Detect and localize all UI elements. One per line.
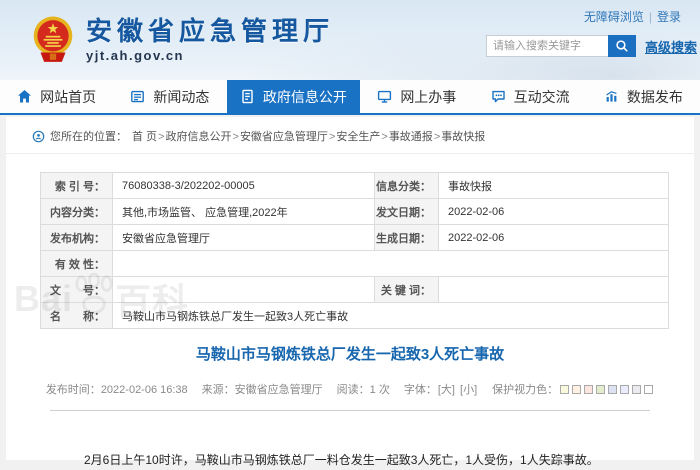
eye-protect-swatch[interactable] [631, 385, 641, 394]
chat-icon [491, 90, 505, 103]
nav-item-news[interactable]: 新闻动态 [113, 80, 226, 113]
table-row: 发布机构： 安徽省应急管理厅 生成日期： 2022-02-06 [40, 224, 669, 251]
breadcrumb-separator: > [328, 131, 336, 143]
font-smaller-button[interactable]: [小] [460, 384, 477, 396]
field-value: 马鞍山市马钢炼铁总厂发生一起致3人死亡事故 [112, 302, 669, 329]
advanced-search-link[interactable]: 高级搜索 [645, 37, 697, 56]
eye-protect-swatch[interactable] [595, 385, 605, 394]
document-icon [242, 89, 253, 104]
eye-protect-swatch[interactable] [619, 385, 629, 394]
nav-item-home[interactable]: 网站首页 [0, 80, 113, 113]
table-row: 内容分类： 其他,市场监管、 应急管理,2022年 发文日期： 2022-02-… [40, 198, 669, 225]
monitor-icon [378, 90, 392, 103]
font-size-controls: 字体：[大] [小] [403, 384, 478, 396]
nav-item-label: 数据发布 [626, 88, 683, 105]
home-icon [18, 90, 32, 103]
breadcrumb: 您所在的位置： 首 页>政府信息公开>安徽省应急管理厅>安全生产>事故通报>事故… [6, 117, 694, 154]
field-value [438, 276, 669, 303]
nav-item-label: 新闻动态 [153, 88, 210, 105]
font-larger-button[interactable]: [大] [438, 384, 455, 396]
nav-item-label: 政府信息公开 [262, 88, 347, 105]
eye-protect-swatch[interactable] [643, 385, 653, 394]
field-value [112, 276, 375, 303]
nav-item-interaction[interactable]: 互动交流 [473, 80, 586, 113]
main-nav: 网站首页 新闻动态 政府信息公开 网上办事 互动交流 数据发布 [0, 80, 700, 115]
field-value: 76080338-3/202202-00005 [112, 172, 375, 199]
field-label: 文 号： [40, 276, 113, 303]
field-value: 2022-02-06 [438, 198, 669, 225]
field-label: 索 引 号： [40, 172, 113, 199]
table-row: 文 号： 关 键 词： [40, 276, 669, 303]
read-count: 阅读：1 次 [336, 384, 390, 396]
top-links-separator: | [648, 10, 652, 24]
eye-protect: 保护视力色： [492, 384, 654, 396]
eye-protect-swatch[interactable] [607, 385, 617, 394]
breadcrumb-link[interactable]: 安全生产 [336, 131, 380, 143]
search-button[interactable] [607, 35, 636, 57]
field-value: 2022-02-06 [438, 224, 669, 251]
nav-item-gov-info[interactable]: 政府信息公开 [226, 80, 361, 113]
field-value: 事故快报 [438, 172, 669, 199]
national-emblem-icon [33, 16, 73, 62]
field-label: 关 键 词： [374, 276, 439, 303]
site-name: 安徽省应急管理厅 [86, 15, 335, 46]
nav-item-label: 互动交流 [513, 88, 570, 105]
login-link[interactable]: 登录 [657, 10, 681, 24]
breadcrumb-link[interactable]: 首 页 [132, 131, 157, 143]
table-row: 有 效 性： [40, 250, 669, 277]
page-content: 您所在的位置： 首 页>政府信息公开>安徽省应急管理厅>安全生产>事故通报>事故… [6, 117, 694, 467]
brand-text: 安徽省应急管理厅 yjt.ah.gov.cn [86, 17, 334, 64]
search-box [485, 35, 636, 57]
nav-item-online-services[interactable]: 网上办事 [360, 80, 473, 113]
field-value: 安徽省应急管理厅 [112, 224, 375, 251]
publish-time: 发布时间：2022-02-06 16:38 [45, 384, 188, 396]
breadcrumb-separator: > [433, 131, 441, 143]
breadcrumb-separator: > [232, 131, 239, 143]
breadcrumb-trail: 首 页>政府信息公开>安徽省应急管理厅>安全生产>事故通报>事故快报 [132, 128, 485, 144]
accessibility-link[interactable]: 无障碍浏览 [584, 10, 644, 24]
nav-item-label: 网上办事 [400, 88, 457, 105]
article-title: 马鞍山市马钢炼铁总厂发生一起致3人死亡事故 [195, 346, 505, 363]
breadcrumb-separator: > [158, 131, 165, 143]
divider [50, 410, 650, 411]
field-value: 其他,市场监管、 应急管理,2022年 [112, 198, 375, 225]
eye-protect-swatch[interactable] [559, 385, 569, 394]
search-area: 高级搜索 [485, 35, 697, 57]
search-icon [616, 40, 628, 52]
field-label: 生成日期： [374, 224, 439, 251]
search-input[interactable] [485, 35, 608, 57]
location-icon [32, 130, 45, 142]
table-row: 名 称： 马鞍山市马钢炼铁总厂发生一起致3人死亡事故 [40, 302, 669, 329]
top-links: 无障碍浏览 | 登录 [579, 8, 686, 25]
article-body: 2月6日上午10时许，马鞍山市马钢炼铁总厂一料仓发生一起致3人死亡，1人受伤，1… [84, 453, 599, 467]
news-icon [131, 90, 145, 103]
field-label: 有 效 性： [40, 250, 113, 277]
breadcrumb-separator: > [381, 131, 388, 143]
eye-protect-swatch[interactable] [571, 385, 581, 394]
breadcrumb-link[interactable]: 安徽省应急管理厅 [240, 131, 328, 143]
nav-item-data[interactable]: 数据发布 [587, 80, 700, 113]
field-label: 信息分类： [374, 172, 439, 199]
chart-icon [606, 91, 617, 102]
field-label: 发文日期： [374, 198, 439, 225]
breadcrumb-link[interactable]: 事故快报 [441, 131, 485, 143]
site-logo[interactable]: 安徽省应急管理厅 yjt.ah.gov.cn [32, 16, 334, 64]
site-header: 无障碍浏览 | 登录 安徽省应急管理厅 yjt.ah.gov.cn 请输入搜索关… [0, 0, 700, 80]
eye-protect-swatch[interactable] [583, 385, 593, 394]
breadcrumb-link[interactable]: 事故通报 [389, 131, 433, 143]
field-label: 内容分类： [40, 198, 113, 225]
field-label: 发布机构： [40, 224, 113, 251]
info-table: 索 引 号： 76080338-3/202202-00005 信息分类： 事故快… [40, 172, 669, 329]
breadcrumb-prefix: 您所在的位置： [50, 131, 127, 143]
table-row: 索 引 号： 76080338-3/202202-00005 信息分类： 事故快… [40, 172, 669, 199]
site-url: yjt.ah.gov.cn [86, 48, 184, 64]
field-value [112, 250, 669, 277]
eye-protect-swatches [558, 384, 654, 396]
article-meta: 发布时间：2022-02-06 16:38 来源：安徽省应急管理厅 阅读：1 次 字体… [6, 381, 694, 397]
source: 来源：安徽省应急管理厅 [201, 384, 323, 396]
field-label: 名 称： [40, 302, 113, 329]
nav-item-label: 网站首页 [40, 88, 97, 105]
breadcrumb-link[interactable]: 政府信息公开 [166, 131, 232, 143]
